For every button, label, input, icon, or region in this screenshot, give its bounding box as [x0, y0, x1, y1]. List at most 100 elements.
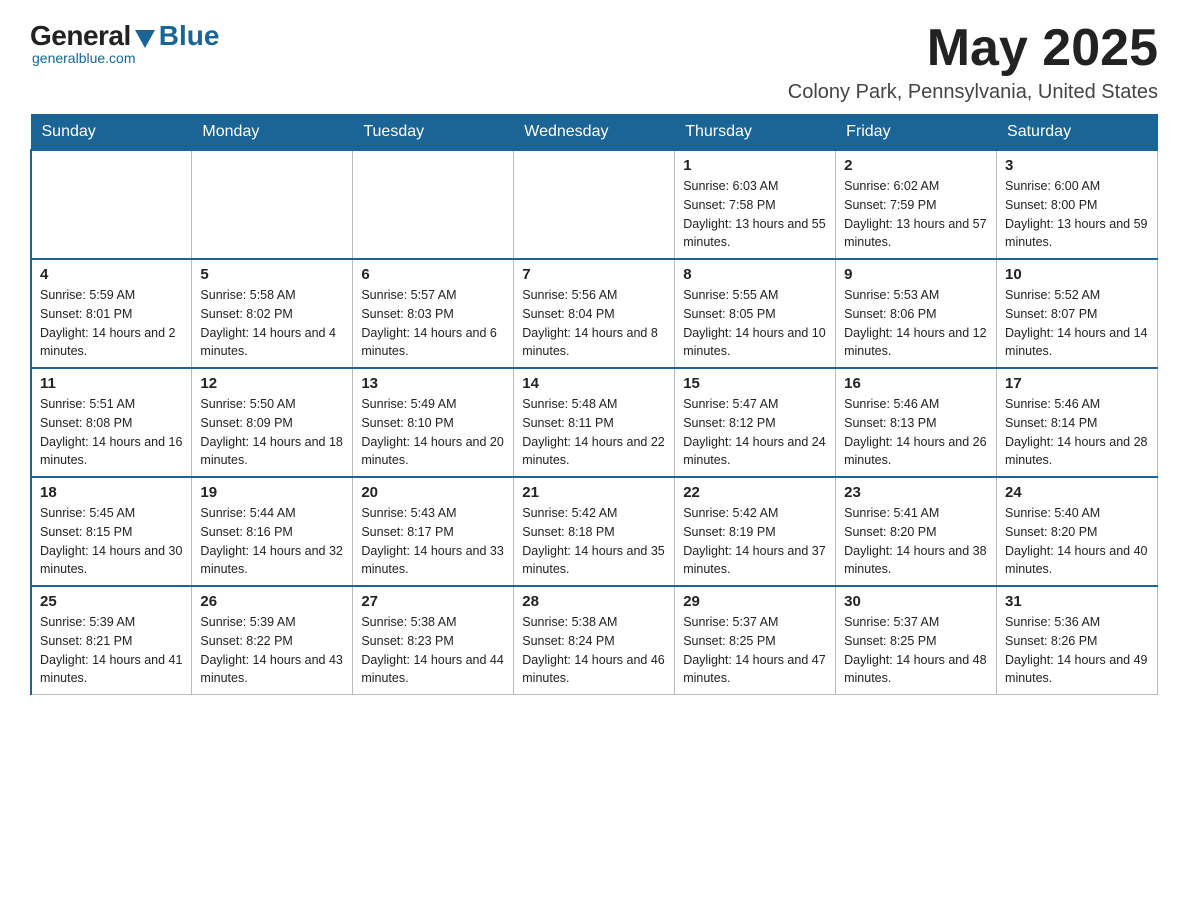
day-info: Sunrise: 5:41 AM Sunset: 8:20 PM Dayligh… [844, 504, 988, 579]
calendar-week-row: 25 Sunrise: 5:39 AM Sunset: 8:21 PM Dayli… [31, 586, 1158, 695]
day-number: 14 [522, 375, 666, 392]
calendar-cell: 7 Sunrise: 5:56 AM Sunset: 8:04 PM Daylig… [514, 259, 675, 368]
day-info: Sunrise: 5:37 AM Sunset: 8:25 PM Dayligh… [844, 613, 988, 688]
calendar-cell [192, 150, 353, 259]
day-info: Sunrise: 5:42 AM Sunset: 8:19 PM Dayligh… [683, 504, 827, 579]
day-number: 24 [1005, 484, 1149, 501]
calendar-cell: 21Sunrise: 5:42 AM Sunset: 8:18 PM Dayli… [514, 477, 675, 586]
calendar-cell: 29 Sunrise: 5:37 AM Sunset: 8:25 PM Dayli… [675, 586, 836, 695]
calendar-week-row: 4 Sunrise: 5:59 AM Sunset: 8:01 PM Daylig… [31, 259, 1158, 368]
day-info: Sunrise: 5:53 AM Sunset: 8:06 PM Dayligh… [844, 286, 988, 361]
logo: General Blue generalblue.com [30, 20, 219, 66]
day-number: 7 [522, 266, 666, 283]
day-info: Sunrise: 5:55 AM Sunset: 8:05 PM Dayligh… [683, 286, 827, 361]
calendar-cell: 15Sunrise: 5:47 AM Sunset: 8:12 PM Dayli… [675, 368, 836, 477]
calendar-cell: 27Sunrise: 5:38 AM Sunset: 8:23 PM Dayli… [353, 586, 514, 695]
day-info: Sunrise: 5:50 AM Sunset: 8:09 PM Dayligh… [200, 395, 344, 470]
day-info: Sunrise: 5:57 AM Sunset: 8:03 PM Dayligh… [361, 286, 505, 361]
calendar-cell [31, 150, 192, 259]
day-number: 16 [844, 375, 988, 392]
day-number: 1 [683, 157, 827, 174]
calendar-cell: 4 Sunrise: 5:59 AM Sunset: 8:01 PM Daylig… [31, 259, 192, 368]
day-info: Sunrise: 6:02 AM Sunset: 7:59 PM Dayligh… [844, 177, 988, 252]
day-number: 12 [200, 375, 344, 392]
day-number: 13 [361, 375, 505, 392]
day-number: 3 [1005, 157, 1149, 174]
day-number: 10 [1005, 266, 1149, 283]
day-info: Sunrise: 5:37 AM Sunset: 8:25 PM Dayligh… [683, 613, 827, 688]
calendar-header-monday: Monday [192, 115, 353, 151]
day-info: Sunrise: 5:43 AM Sunset: 8:17 PM Dayligh… [361, 504, 505, 579]
calendar-cell: 20 Sunrise: 5:43 AM Sunset: 8:17 PM Dayli… [353, 477, 514, 586]
day-info: Sunrise: 5:39 AM Sunset: 8:21 PM Dayligh… [40, 613, 183, 688]
day-number: 22 [683, 484, 827, 501]
day-info: Sunrise: 5:45 AM Sunset: 8:15 PM Dayligh… [40, 504, 183, 579]
day-info: Sunrise: 5:47 AM Sunset: 8:12 PM Dayligh… [683, 395, 827, 470]
calendar-cell: 1 Sunrise: 6:03 AM Sunset: 7:58 PM Daylig… [675, 150, 836, 259]
calendar-cell: 5Sunrise: 5:58 AM Sunset: 8:02 PM Daylig… [192, 259, 353, 368]
calendar-cell: 18 Sunrise: 5:45 AM Sunset: 8:15 PM Dayli… [31, 477, 192, 586]
calendar-header-sunday: Sunday [31, 115, 192, 151]
calendar-header-tuesday: Tuesday [353, 115, 514, 151]
day-info: Sunrise: 5:36 AM Sunset: 8:26 PM Dayligh… [1005, 613, 1149, 688]
logo-triangle-icon [135, 30, 155, 48]
calendar-cell: 6 Sunrise: 5:57 AM Sunset: 8:03 PM Daylig… [353, 259, 514, 368]
calendar-cell: 8 Sunrise: 5:55 AM Sunset: 8:05 PM Daylig… [675, 259, 836, 368]
day-number: 28 [522, 593, 666, 610]
calendar-cell: 19 Sunrise: 5:44 AM Sunset: 8:16 PM Dayli… [192, 477, 353, 586]
day-info: Sunrise: 5:56 AM Sunset: 8:04 PM Dayligh… [522, 286, 666, 361]
calendar-header-saturday: Saturday [997, 115, 1158, 151]
logo-blue-text: Blue [159, 20, 220, 52]
day-info: Sunrise: 5:48 AM Sunset: 8:11 PM Dayligh… [522, 395, 666, 470]
calendar-cell: 26Sunrise: 5:39 AM Sunset: 8:22 PM Dayli… [192, 586, 353, 695]
calendar-week-row: 11 Sunrise: 5:51 AM Sunset: 8:08 PM Dayli… [31, 368, 1158, 477]
day-info: Sunrise: 5:44 AM Sunset: 8:16 PM Dayligh… [200, 504, 344, 579]
calendar-cell: 17 Sunrise: 5:46 AM Sunset: 8:14 PM Dayli… [997, 368, 1158, 477]
day-info: Sunrise: 5:39 AM Sunset: 8:22 PM Dayligh… [200, 613, 344, 688]
calendar-week-row: 18 Sunrise: 5:45 AM Sunset: 8:15 PM Dayli… [31, 477, 1158, 586]
logo-general-text: General [30, 20, 131, 52]
day-info: Sunrise: 5:46 AM Sunset: 8:13 PM Dayligh… [844, 395, 988, 470]
calendar-cell: 22 Sunrise: 5:42 AM Sunset: 8:19 PM Dayli… [675, 477, 836, 586]
title-area: May 2025 Colony Park, Pennsylvania, Unit… [788, 20, 1158, 104]
logo-subtitle: generalblue.com [32, 50, 136, 66]
day-info: Sunrise: 5:58 AM Sunset: 8:02 PM Dayligh… [200, 286, 344, 361]
location-subtitle: Colony Park, Pennsylvania, United States [788, 81, 1158, 104]
calendar-cell: 24 Sunrise: 5:40 AM Sunset: 8:20 PM Dayli… [997, 477, 1158, 586]
calendar-header-thursday: Thursday [675, 115, 836, 151]
day-info: Sunrise: 5:46 AM Sunset: 8:14 PM Dayligh… [1005, 395, 1149, 470]
calendar-header-row: SundayMondayTuesdayWednesdayThursdayFrid… [31, 115, 1158, 151]
day-info: Sunrise: 5:38 AM Sunset: 8:24 PM Dayligh… [522, 613, 666, 688]
day-number: 11 [40, 375, 183, 392]
day-info: Sunrise: 5:59 AM Sunset: 8:01 PM Dayligh… [40, 286, 183, 361]
day-number: 8 [683, 266, 827, 283]
day-number: 6 [361, 266, 505, 283]
day-number: 17 [1005, 375, 1149, 392]
day-info: Sunrise: 5:40 AM Sunset: 8:20 PM Dayligh… [1005, 504, 1149, 579]
calendar-cell: 30Sunrise: 5:37 AM Sunset: 8:25 PM Dayli… [836, 586, 997, 695]
calendar-cell: 28 Sunrise: 5:38 AM Sunset: 8:24 PM Dayli… [514, 586, 675, 695]
day-info: Sunrise: 6:00 AM Sunset: 8:00 PM Dayligh… [1005, 177, 1149, 252]
day-info: Sunrise: 5:42 AM Sunset: 8:18 PM Dayligh… [522, 504, 666, 579]
day-number: 25 [40, 593, 183, 610]
calendar-cell: 10 Sunrise: 5:52 AM Sunset: 8:07 PM Dayli… [997, 259, 1158, 368]
calendar-cell: 3 Sunrise: 6:00 AM Sunset: 8:00 PM Daylig… [997, 150, 1158, 259]
day-number: 29 [683, 593, 827, 610]
calendar-cell: 13 Sunrise: 5:49 AM Sunset: 8:10 PM Dayli… [353, 368, 514, 477]
calendar-cell [353, 150, 514, 259]
day-info: Sunrise: 5:52 AM Sunset: 8:07 PM Dayligh… [1005, 286, 1149, 361]
day-number: 2 [844, 157, 988, 174]
day-info: Sunrise: 6:03 AM Sunset: 7:58 PM Dayligh… [683, 177, 827, 252]
day-info: Sunrise: 5:49 AM Sunset: 8:10 PM Dayligh… [361, 395, 505, 470]
day-number: 20 [361, 484, 505, 501]
calendar-header-wednesday: Wednesday [514, 115, 675, 151]
day-number: 18 [40, 484, 183, 501]
page-header: General Blue generalblue.com May 2025 Co… [30, 20, 1158, 104]
calendar-cell: 14 Sunrise: 5:48 AM Sunset: 8:11 PM Dayli… [514, 368, 675, 477]
day-number: 19 [200, 484, 344, 501]
day-number: 27 [361, 593, 505, 610]
day-number: 4 [40, 266, 183, 283]
calendar-cell: 9 Sunrise: 5:53 AM Sunset: 8:06 PM Daylig… [836, 259, 997, 368]
day-number: 9 [844, 266, 988, 283]
day-info: Sunrise: 5:51 AM Sunset: 8:08 PM Dayligh… [40, 395, 183, 470]
